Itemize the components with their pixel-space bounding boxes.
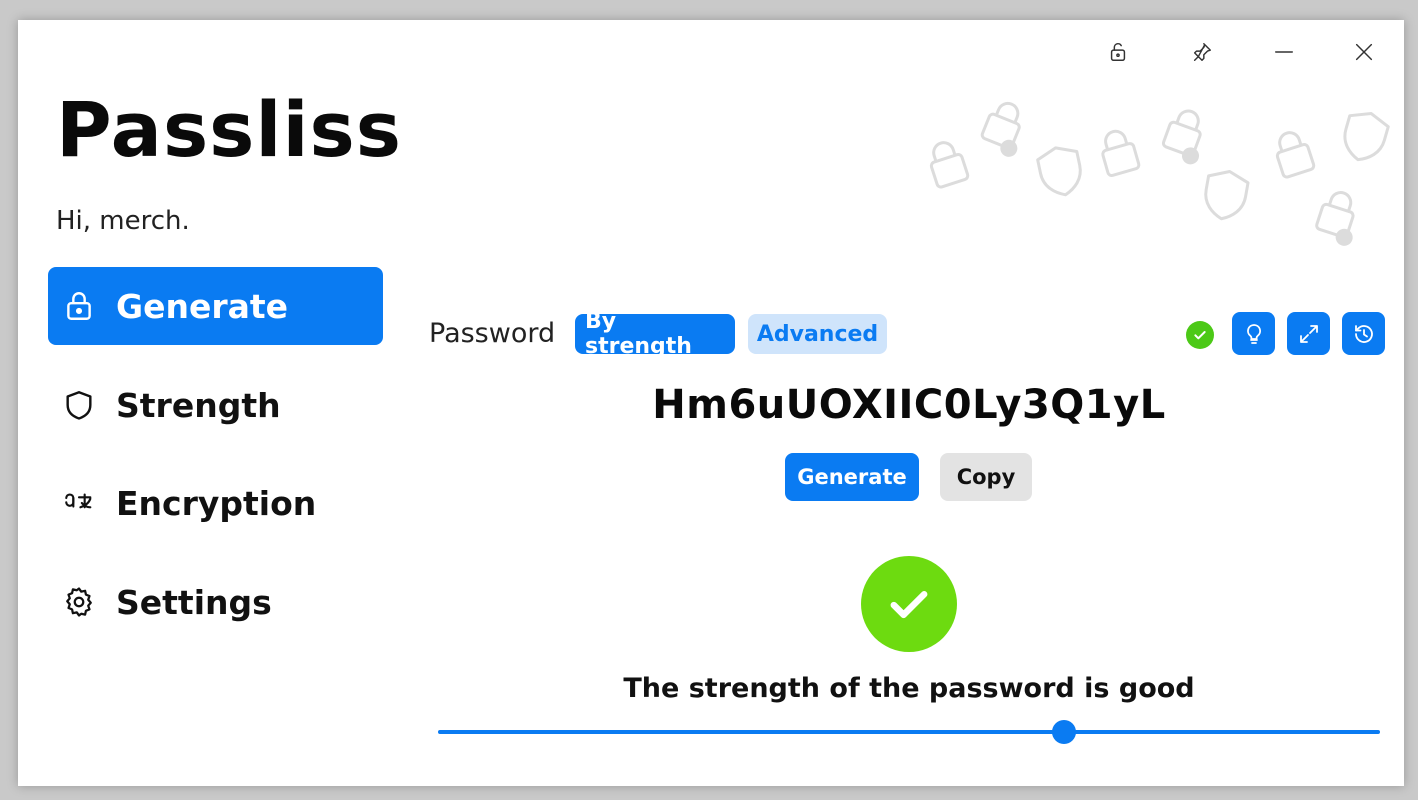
- sidebar-item-label: Generate: [116, 286, 289, 326]
- unlock-icon: [1110, 42, 1126, 61]
- lock-decor-icon: [980, 101, 1021, 157]
- copy-button[interactable]: Copy: [940, 453, 1032, 501]
- slider-track[interactable]: [438, 730, 1380, 734]
- lock-decor-icon: [1315, 191, 1355, 246]
- shield-decor-icon: [1204, 169, 1250, 221]
- generate-button[interactable]: Generate: [785, 453, 919, 501]
- shield-decor-icon: [1343, 112, 1390, 162]
- sidebar-item-label: Settings: [116, 582, 272, 622]
- minimize-icon: [1275, 51, 1293, 53]
- check-icon: [890, 591, 928, 619]
- close-button[interactable]: [1344, 34, 1384, 70]
- lock-decor-icon: [1101, 129, 1141, 178]
- shield-decor-icon: [1036, 146, 1082, 197]
- lock-icon: [60, 287, 98, 325]
- generated-password: Hm6uUOXIIC0Ly3Q1yL: [652, 382, 1166, 428]
- sidebar-item-generate[interactable]: Generate: [48, 267, 383, 345]
- history-button[interactable]: [1342, 312, 1385, 355]
- unlock-button[interactable]: [1098, 34, 1138, 70]
- check-icon: [1194, 331, 1206, 340]
- mode-by-strength-button[interactable]: By strength: [575, 309, 735, 359]
- sidebar-item-label: Encryption: [116, 483, 317, 523]
- sidebar-item-settings[interactable]: Settings: [48, 563, 383, 641]
- expand-icon: [1299, 324, 1318, 343]
- mode-advanced-button[interactable]: Advanced: [748, 314, 887, 354]
- app-title: Passliss: [56, 85, 402, 174]
- app-window: Passliss Hi, merch. Generate Strength En…: [18, 20, 1404, 786]
- translate-icon: [60, 484, 98, 522]
- greeting-text: Hi, merch.: [56, 206, 190, 236]
- slider-thumb[interactable]: [1052, 720, 1077, 744]
- lock-decor-icon: [1161, 109, 1202, 165]
- lock-decor-icon: [929, 141, 970, 189]
- minimize-button[interactable]: [1264, 34, 1304, 70]
- expand-button[interactable]: [1287, 312, 1330, 355]
- lightbulb-icon: [1246, 323, 1261, 344]
- pin-button[interactable]: [1182, 34, 1222, 70]
- tips-button[interactable]: [1232, 312, 1275, 355]
- history-icon: [1354, 324, 1373, 343]
- sidebar-item-encryption[interactable]: Encryption: [48, 464, 383, 542]
- decorative-pattern: [929, 101, 1390, 246]
- password-label: Password: [429, 318, 556, 349]
- sidebar-item-strength[interactable]: Strength: [48, 366, 383, 444]
- strength-slider[interactable]: [438, 720, 1380, 744]
- strength-check-badge: [861, 556, 957, 652]
- close-icon: [1355, 43, 1373, 61]
- shield-icon: [60, 386, 98, 424]
- strength-description: The strength of the password is good: [623, 673, 1195, 704]
- status-ok-indicator: [1186, 321, 1214, 349]
- gear-icon: [60, 583, 98, 621]
- lock-decor-icon: [1275, 131, 1316, 179]
- pin-icon: [1193, 43, 1211, 61]
- sidebar-item-label: Strength: [116, 385, 281, 425]
